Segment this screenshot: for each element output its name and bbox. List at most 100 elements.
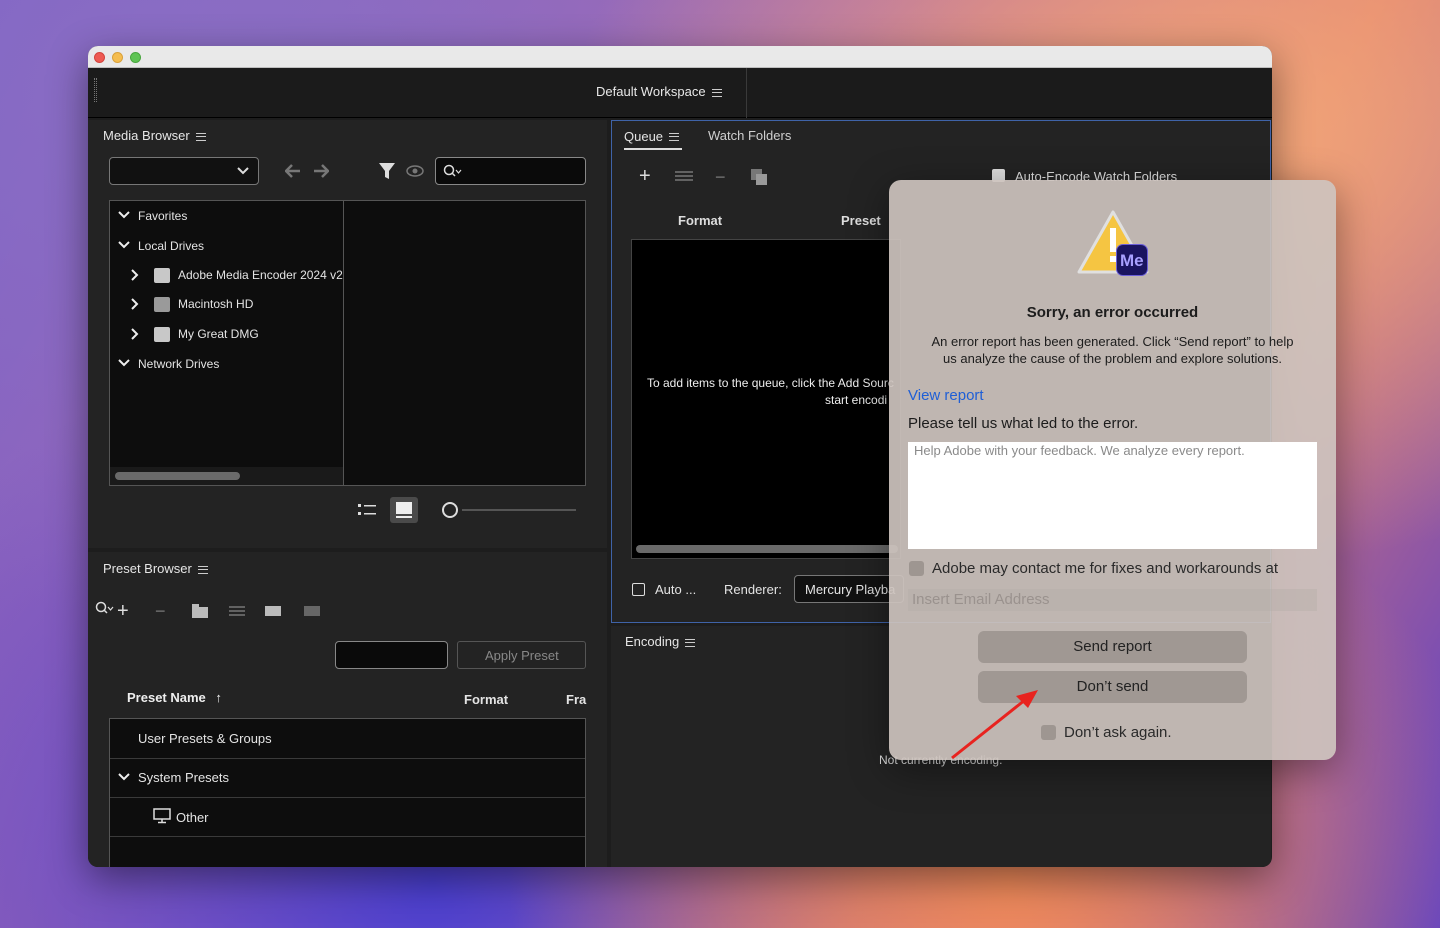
contact-checkbox[interactable]	[909, 561, 924, 576]
encoding-title-text: Encoding	[625, 634, 680, 649]
feedback-placeholder: Help Adobe with your feedback. We analyz…	[914, 443, 1245, 458]
back-arrow-icon[interactable]	[285, 164, 301, 178]
tab-queue-label: Queue	[624, 129, 664, 144]
dialog-message-line2: us analyze the cause of the problem and …	[943, 351, 1282, 366]
eye-icon[interactable]	[406, 165, 424, 177]
tab-queue[interactable]: Queue	[624, 128, 682, 150]
forward-arrow-icon[interactable]	[313, 164, 329, 178]
workspace-menu-icon[interactable]	[711, 88, 722, 97]
chevron-down-icon[interactable]	[118, 211, 130, 219]
queue-empty-message: To add items to the queue, click the Add…	[647, 376, 894, 390]
remove-preset-icon[interactable]: −	[155, 601, 166, 622]
add-preset-icon[interactable]: +	[117, 600, 129, 623]
thumbnail-view-button[interactable]	[390, 497, 418, 523]
chevron-right-icon[interactable]	[131, 269, 139, 281]
zoom-slider-track[interactable]	[462, 509, 576, 511]
media-browser-title[interactable]: Media Browser	[103, 128, 206, 143]
column-preset[interactable]: Preset	[841, 213, 881, 228]
preset-search-input[interactable]	[335, 641, 448, 669]
close-window-button[interactable]	[94, 52, 105, 63]
tree-item-adobe-media-encoder[interactable]: Adobe Media Encoder 2024 v24	[110, 265, 349, 287]
duplicate-icon[interactable]	[751, 169, 767, 185]
list-item[interactable]: System Presets	[110, 759, 585, 797]
add-output-icon[interactable]	[675, 169, 693, 183]
tree-item-macintosh-hd[interactable]: Macintosh HD	[110, 294, 343, 316]
active-tab-indicator	[624, 148, 682, 150]
chevron-down-icon	[237, 167, 249, 175]
search-icon	[95, 601, 114, 614]
view-report-link[interactable]: View report	[908, 387, 984, 404]
list-view-icon[interactable]	[358, 503, 376, 517]
export-preset-icon[interactable]	[304, 604, 320, 618]
media-search-input[interactable]	[435, 157, 586, 185]
renderer-value: Mercury Playba	[805, 582, 896, 597]
email-field[interactable]: Insert Email Address	[908, 589, 1317, 611]
tree-item-my-great-dmg[interactable]: My Great DMG	[110, 324, 343, 346]
tree-item-label: Favorites	[138, 209, 188, 223]
list-item-label: System Presets	[138, 770, 230, 785]
tree-item-local-drives[interactable]: Local Drives	[110, 236, 343, 258]
error-dialog: Me Sorry, an error occurred An error rep…	[889, 180, 1336, 760]
column-format[interactable]: Format	[678, 213, 722, 228]
import-preset-icon[interactable]	[265, 604, 281, 618]
tree-item-label: My Great DMG	[178, 327, 259, 341]
dont-ask-label: Don’t ask again.	[1064, 724, 1172, 741]
queue-list: To add items to the queue, click the Add…	[631, 239, 901, 559]
media-encoder-badge: Me	[1116, 244, 1148, 276]
preset-browser-title[interactable]: Preset Browser	[103, 561, 208, 576]
tree-scrollbar[interactable]	[110, 467, 343, 485]
column-format[interactable]: Format	[464, 692, 508, 707]
encoding-menu-icon[interactable]	[685, 638, 696, 647]
column-frame[interactable]: Fra	[566, 692, 586, 707]
annotation-arrow	[951, 690, 1038, 760]
auto-label: Auto ...	[655, 582, 697, 597]
preset-browser-menu-icon[interactable]	[197, 565, 208, 574]
tree-item-favorites[interactable]: Favorites	[110, 206, 343, 228]
hard-drive-icon	[154, 297, 170, 312]
auto-checkbox[interactable]	[632, 583, 645, 596]
workspace-title: Default Workspace	[596, 84, 706, 99]
media-browser-menu-icon[interactable]	[195, 132, 206, 141]
feedback-textarea[interactable]: Help Adobe with your feedback. We analyz…	[908, 442, 1317, 549]
list-item-label: User Presets & Groups	[138, 731, 272, 746]
column-preset-name[interactable]: Preset Name ↑	[127, 690, 222, 705]
queue-empty-message-line2: start encodi	[825, 393, 888, 407]
list-item[interactable]: Other	[110, 798, 585, 836]
contact-label: Adobe may contact me for fixes and worka…	[932, 560, 1279, 577]
tree-item-network-drives[interactable]: Network Drives	[110, 354, 343, 376]
workspace-selector[interactable]: Default Workspace	[596, 84, 722, 99]
chevron-down-icon[interactable]	[118, 359, 130, 367]
zoom-slider-handle[interactable]	[442, 502, 458, 518]
zoom-window-button[interactable]	[130, 52, 141, 63]
media-tree: Favorites Local Drives Adobe Media Encod…	[109, 200, 349, 486]
media-browser-panel: Media Browser Favorites Local Drives Ado…	[88, 120, 607, 548]
list-item[interactable]: User Presets & Groups	[110, 719, 585, 758]
tree-item-label: Adobe Media Encoder 2024 v24	[178, 268, 350, 282]
send-report-button[interactable]: Send report	[978, 631, 1247, 663]
chevron-down-icon[interactable]	[118, 773, 130, 781]
sort-ascending-icon: ↑	[215, 690, 222, 705]
preset-settings-icon[interactable]	[229, 604, 245, 618]
disk-image-icon	[154, 327, 170, 342]
filter-icon[interactable]	[378, 162, 396, 180]
scrollbar-thumb[interactable]	[636, 545, 898, 553]
list-item-label: Other	[176, 810, 209, 825]
disk-image-icon	[154, 268, 170, 283]
remove-icon[interactable]: −	[715, 167, 726, 188]
encoding-title[interactable]: Encoding	[625, 634, 696, 649]
chevron-right-icon[interactable]	[131, 298, 139, 310]
minimize-window-button[interactable]	[112, 52, 123, 63]
chevron-down-icon[interactable]	[118, 241, 130, 249]
chevron-right-icon[interactable]	[131, 328, 139, 340]
tree-item-label: Macintosh HD	[178, 297, 254, 311]
scrollbar-thumb[interactable]	[115, 472, 240, 480]
queue-menu-icon[interactable]	[669, 132, 680, 141]
add-source-icon[interactable]: +	[639, 165, 651, 188]
renderer-dropdown[interactable]: Mercury Playba	[794, 575, 904, 603]
panel-grip-handle[interactable]	[94, 78, 97, 102]
tab-watch-folders[interactable]: Watch Folders	[708, 128, 791, 143]
apply-preset-button[interactable]: Apply Preset	[457, 641, 586, 669]
new-group-icon[interactable]	[192, 604, 208, 618]
badge-text: Me	[1120, 251, 1144, 270]
location-dropdown[interactable]	[109, 157, 259, 185]
